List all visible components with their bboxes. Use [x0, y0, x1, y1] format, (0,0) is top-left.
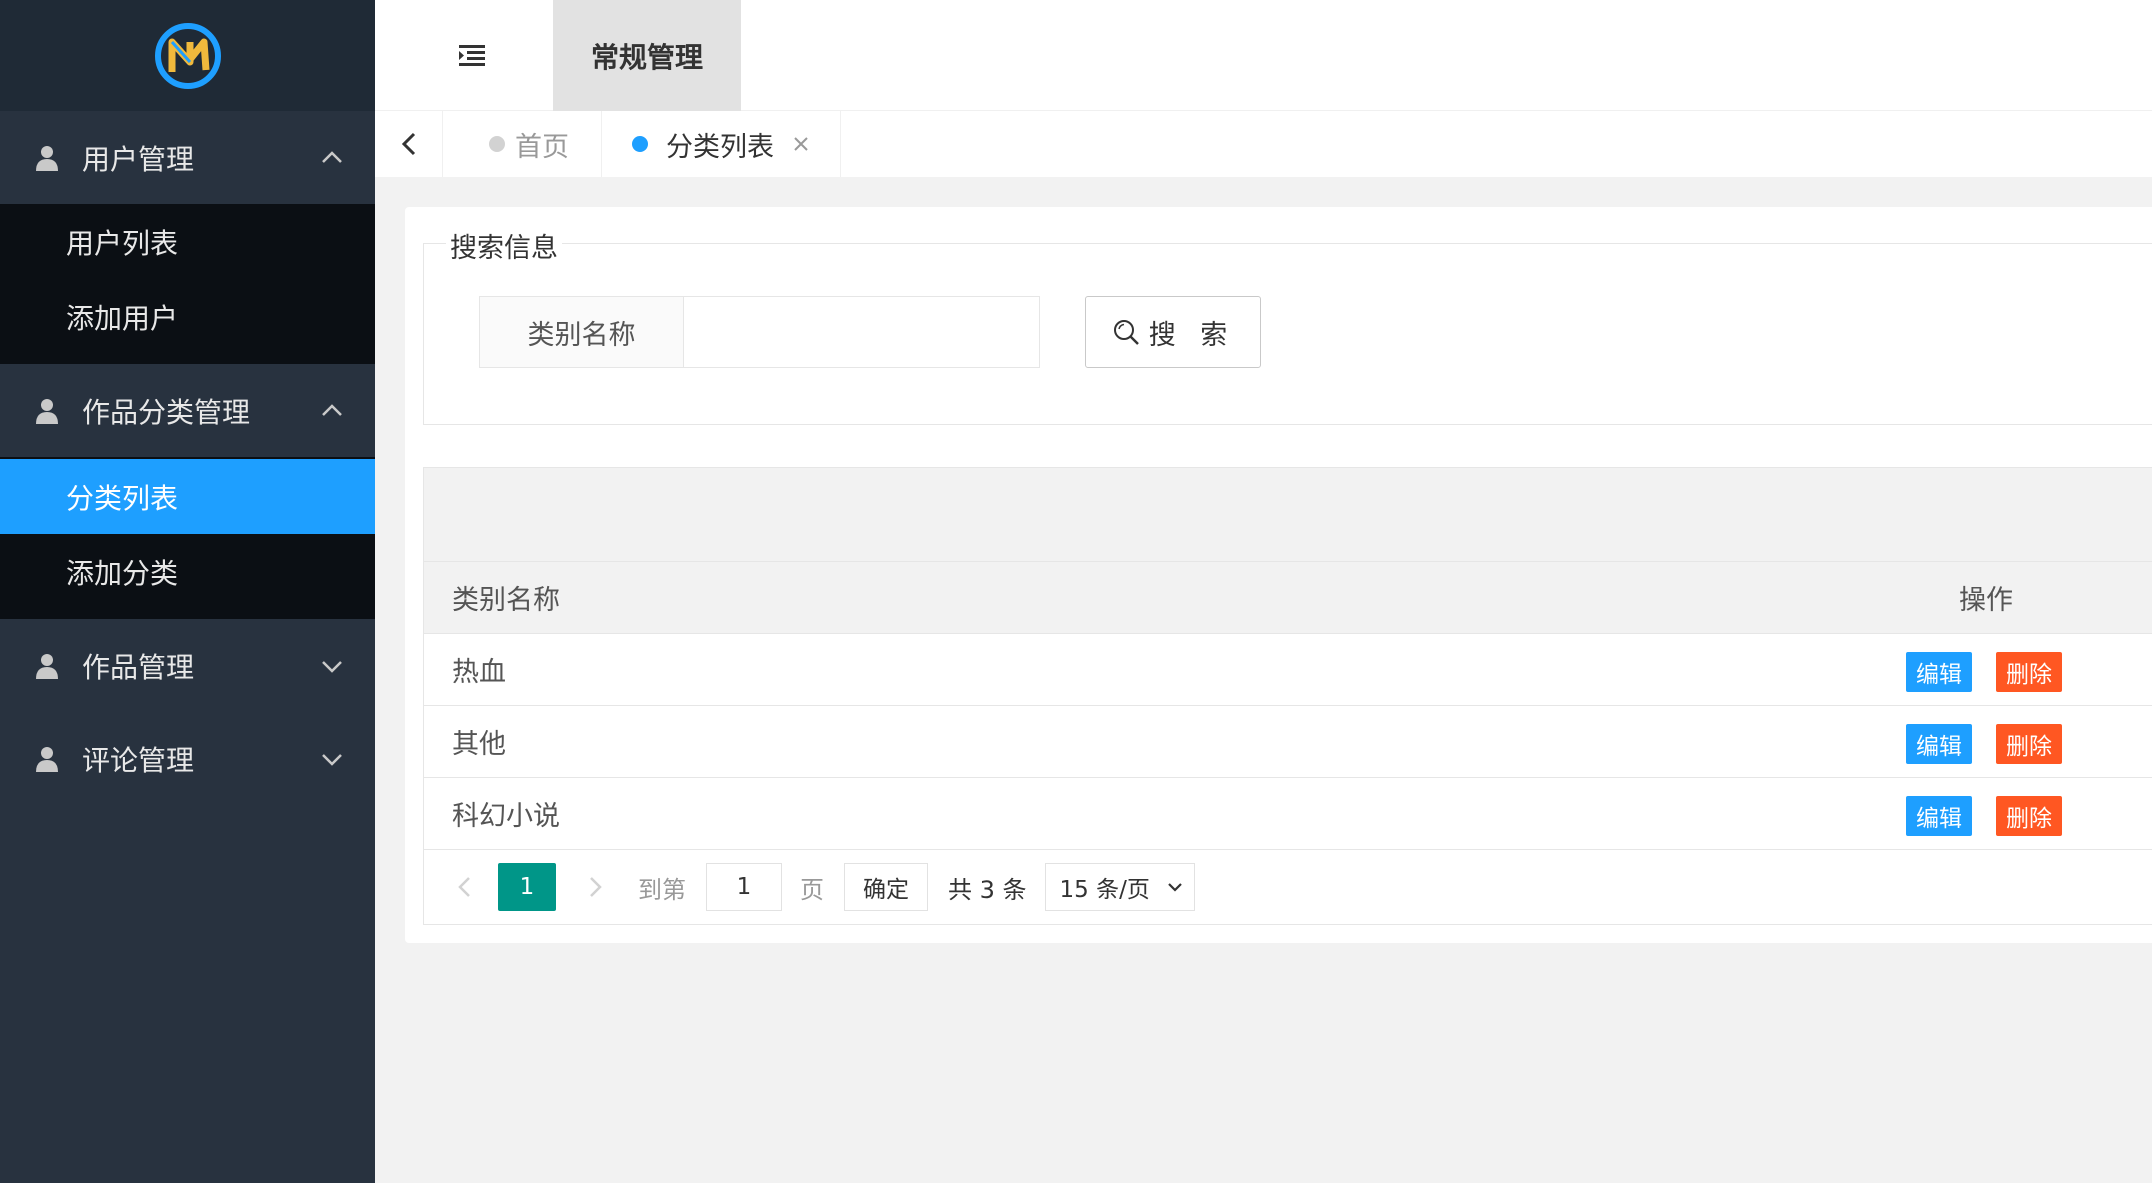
sidebar-item-category-list[interactable]: 分类列表 — [0, 459, 375, 534]
table-header-row: 类别名称 操作 — [424, 562, 2152, 634]
sidebar-item-user-list[interactable]: 用户列表 — [0, 204, 375, 279]
sidebar-group-category-management[interactable]: 作品分类管理 — [0, 364, 375, 457]
user-icon — [36, 653, 58, 679]
chevron-up-icon — [322, 404, 342, 416]
tab-category-list[interactable]: 分类列表 — [602, 111, 841, 177]
page-size-select[interactable]: 15 条/页 — [1044, 863, 1195, 911]
category-name-cell: 科幻小说 — [452, 801, 560, 832]
search-button-label: 搜 索 — [1148, 319, 1236, 351]
search-button[interactable]: 搜 索 — [1085, 296, 1261, 368]
edit-button[interactable]: 编辑 — [1906, 796, 1972, 836]
user-icon — [36, 746, 58, 772]
prev-page-icon[interactable] — [452, 874, 478, 900]
user-icon — [36, 145, 58, 171]
tab-dot-icon — [489, 136, 505, 152]
page-number-current[interactable]: 1 — [498, 863, 556, 911]
top-header: 常规管理 — [375, 0, 2152, 111]
close-icon[interactable] — [792, 135, 810, 153]
category-name-cell: 热血 — [452, 657, 506, 688]
search-icon — [1113, 320, 1139, 345]
delete-button[interactable]: 删除 — [1996, 724, 2062, 764]
sidebar-item-label: 添加分类 — [66, 556, 179, 590]
column-header-name: 类别名称 — [452, 585, 560, 616]
sidebar-group-comment-management[interactable]: 评论管理 — [0, 712, 375, 805]
sidebar-group-user-management[interactable]: 用户管理 — [0, 111, 375, 204]
page-tabs: 首页 分类列表 — [375, 111, 2152, 177]
sidebar-group-label: 作品管理 — [82, 650, 195, 684]
tab-home[interactable]: 首页 — [443, 111, 602, 177]
search-row: 类别名称 搜 索 — [479, 296, 1261, 368]
sidebar-item-add-user[interactable]: 添加用户 — [0, 279, 375, 354]
user-icon — [36, 398, 58, 424]
category-name-label: 类别名称 — [479, 296, 684, 368]
sidebar-item-label: 添加用户 — [66, 301, 179, 335]
chevron-down-icon — [1167, 883, 1182, 892]
category-name-input[interactable] — [684, 296, 1040, 368]
category-name-cell: 其他 — [452, 729, 506, 760]
next-page-icon[interactable] — [582, 874, 608, 900]
tab-label: 首页 — [515, 131, 569, 163]
logo-area — [0, 0, 375, 111]
table-row: 科幻小说 编辑 删除 — [424, 778, 2152, 850]
search-fieldset: 搜索信息 类别名称 搜 索 — [423, 226, 2152, 425]
logo-icon[interactable] — [152, 20, 224, 92]
chevron-up-icon — [322, 151, 342, 163]
table-row: 其他 编辑 删除 — [424, 706, 2152, 778]
chevron-left-icon — [401, 132, 415, 156]
chevron-down-icon — [322, 661, 342, 673]
table-row: 热血 编辑 删除 — [424, 634, 2152, 706]
total-count: 共 3 条 — [948, 875, 1027, 904]
column-header-actions: 操作 — [1959, 585, 2013, 616]
sidebar-item-label: 分类列表 — [66, 481, 179, 515]
menu-toggle-icon[interactable] — [455, 40, 489, 70]
sidebar: 用户管理 用户列表 添加用户 作品分类管理 分类列表 添加分类 作品管理 评论管… — [0, 0, 375, 1183]
goto-confirm-button[interactable]: 确定 — [844, 863, 928, 911]
tab-dot-icon — [632, 136, 648, 152]
sidebar-group-label: 作品分类管理 — [82, 395, 251, 429]
page-suffix-label: 页 — [800, 875, 824, 904]
goto-page-input[interactable] — [706, 863, 782, 911]
header-tab-general[interactable]: 常规管理 — [553, 0, 741, 111]
chevron-down-icon — [322, 754, 342, 766]
tab-label: 分类列表 — [666, 131, 774, 163]
data-table: 类别名称 操作 热血 编辑 删除 其他 编辑 删除 科幻小说 编辑 删除 1 到… — [423, 467, 2152, 925]
search-legend: 搜索信息 — [446, 226, 562, 265]
delete-button[interactable]: 删除 — [1996, 796, 2062, 836]
submenu-user-management: 用户列表 添加用户 — [0, 204, 375, 364]
submenu-category-management: 分类列表 添加分类 — [0, 457, 375, 619]
sidebar-group-label: 评论管理 — [82, 743, 195, 777]
sidebar-item-add-category[interactable]: 添加分类 — [0, 534, 375, 609]
delete-button[interactable]: 删除 — [1996, 652, 2062, 692]
edit-button[interactable]: 编辑 — [1906, 652, 1972, 692]
goto-label: 到第 — [638, 875, 686, 904]
sidebar-group-label: 用户管理 — [82, 142, 195, 176]
tabs-back-button[interactable] — [375, 111, 443, 177]
sidebar-item-label: 用户列表 — [66, 226, 179, 260]
page-size-value: 15 条/页 — [1059, 877, 1150, 903]
app-root: 用户管理 用户列表 添加用户 作品分类管理 分类列表 添加分类 作品管理 评论管… — [0, 0, 2152, 1183]
content-panel: 搜索信息 类别名称 搜 索 类别名称 操作 热血 编辑 删除 其他 编辑 删除 … — [405, 207, 2152, 943]
table-toolbar — [424, 468, 2152, 562]
edit-button[interactable]: 编辑 — [1906, 724, 1972, 764]
pagination: 1 到第 页 确定 共 3 条 15 条/页 — [424, 850, 2152, 924]
sidebar-group-works-management[interactable]: 作品管理 — [0, 619, 375, 712]
